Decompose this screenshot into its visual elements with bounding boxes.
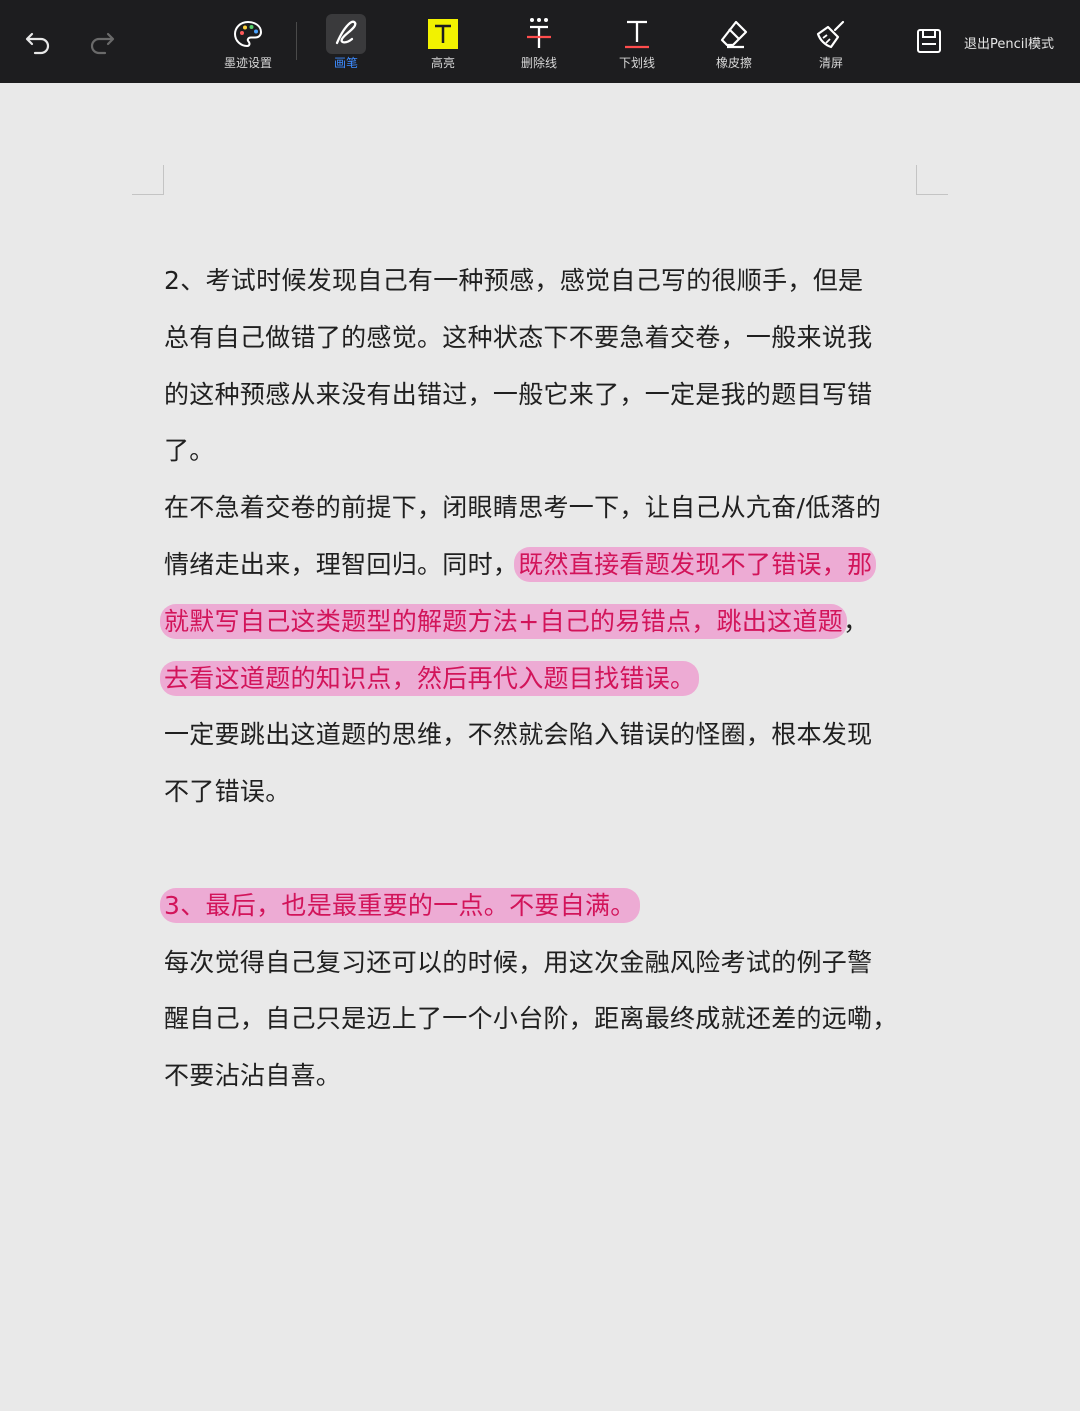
page-corner-mark-left <box>132 165 164 195</box>
text-line: 3、最后，也是最重要的一点。不要自满。 <box>160 878 924 935</box>
toolbar-divider <box>296 22 297 60</box>
text-line: 的这种预感从来没有出错过，一般它来了，一定是我的题目写错 <box>164 379 873 409</box>
palette-icon <box>233 20 263 48</box>
text-line: 总有自己做错了的感觉。这种状态下不要急着交卷，一般来说我 <box>164 322 873 352</box>
text-line: 不了错误。 <box>164 777 291 807</box>
text-line: 每次觉得自己复习还可以的时候，用这次金融风险考试的例子警 <box>164 947 873 977</box>
tool-ink-settings[interactable]: 墨迹设置 <box>203 0 293 83</box>
strikethrough-icon <box>527 18 551 48</box>
highlight-icon <box>428 19 458 49</box>
redo-button[interactable] <box>82 22 122 62</box>
text-line: 情绪走出来，理智回归。同时，既然直接看题发现不了错误，那 <box>164 537 924 594</box>
exit-pencil-mode-button[interactable]: 退出Pencil模式 <box>964 33 1054 52</box>
text-line: 不要沾沾自喜。 <box>164 1061 342 1091</box>
pen-highlight: 去看这道题的知识点，然后再代入题目找错误。 <box>160 660 700 696</box>
undo-button[interactable] <box>18 22 58 62</box>
pen-highlight: 3、最后，也是最重要的一点。不要自满。 <box>160 887 640 923</box>
tool-eraser[interactable]: 橡皮擦 <box>689 0 779 83</box>
exit-pencil-icon[interactable] <box>910 22 948 60</box>
tool-pen[interactable]: 画笔 <box>301 0 391 83</box>
text-line: 去看这道题的知识点，然后再代入题目找错误。 <box>160 651 924 708</box>
tool-strikethrough[interactable]: 删除线 <box>494 0 584 83</box>
underline-icon <box>625 20 649 49</box>
pencil-toolbar: 墨迹设置 画笔 高亮 删除线 下划线 橡皮擦 清屏 退出Pencil模式 <box>0 0 1080 83</box>
text-line: 在不急着交卷的前提下，闭眼睛思考一下，让自己从亢奋/低落的 <box>164 493 882 523</box>
text-line: 醒自己，自己只是迈上了一个小台阶，距离最终成就还差的远嘞， <box>164 1004 898 1034</box>
text-line: 2、考试时候发现自己有一种预感，感觉自己写的很顺手，但是 <box>164 266 864 295</box>
tool-underline[interactable]: 下划线 <box>592 0 682 83</box>
text-line: 就默写自己这类题型的解题方法+自己的易错点，跳出这道题， <box>160 594 924 651</box>
pen-highlight: 既然直接看题发现不了错误，那 <box>514 546 877 582</box>
pen-icon <box>335 20 357 45</box>
text-line: 了。 <box>164 436 215 466</box>
page-corner-mark-right <box>916 165 948 195</box>
eraser-icon <box>720 20 748 49</box>
broom-icon <box>816 20 845 49</box>
pen-highlight: 就默写自己这类题型的解题方法+自己的易错点，跳出这道题 <box>160 603 848 639</box>
tool-clear[interactable]: 清屏 <box>786 0 876 83</box>
tool-highlight[interactable]: 高亮 <box>398 0 488 83</box>
document-text: 2、考试时候发现自己有一种预感，感觉自己写的很顺手，但是 总有自己做错了的感觉。… <box>160 253 924 1105</box>
redo-icon <box>90 32 115 55</box>
text-line: 一定要跳出这道题的思维，不然就会陷入错误的怪圈，根本发现 <box>164 720 873 750</box>
undo-icon <box>25 32 50 55</box>
save-icon <box>917 29 941 53</box>
